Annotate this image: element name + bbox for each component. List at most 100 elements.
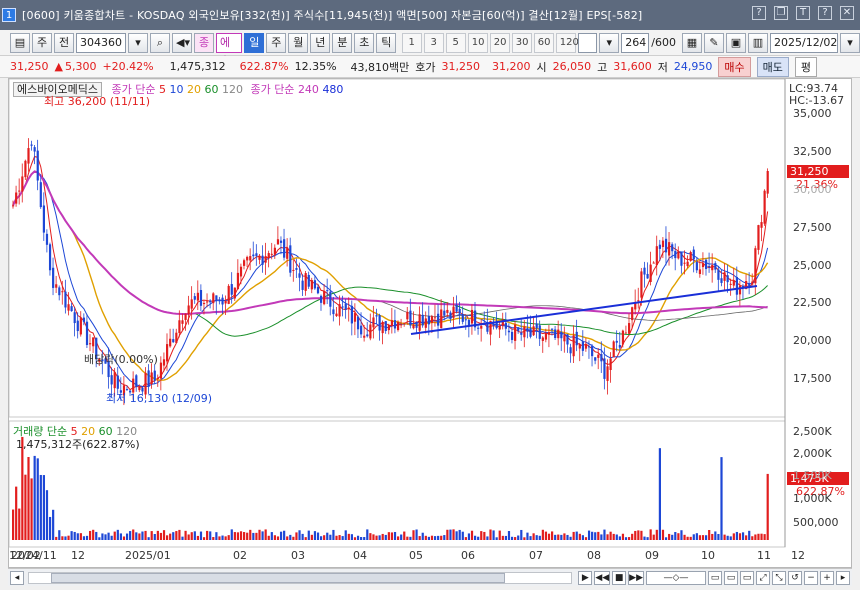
chart-type-week[interactable]: 주	[266, 32, 287, 53]
scroll-left-end-icon[interactable]: ◂	[10, 570, 24, 585]
interval-3[interactable]: 3	[423, 32, 444, 53]
volume-bar	[187, 534, 190, 540]
interval-5[interactable]: 5	[445, 32, 466, 53]
candle-body	[363, 335, 366, 338]
candle-body	[498, 325, 501, 330]
field-button[interactable]: 전	[54, 32, 74, 53]
volume-bar	[560, 534, 563, 540]
chart-type-minute[interactable]: 분	[332, 32, 353, 53]
candle-body	[708, 266, 711, 268]
pin-icon[interactable]: T	[796, 6, 810, 20]
ma60-legend: 60	[204, 83, 219, 96]
chart-type-year[interactable]: 년	[310, 32, 331, 53]
shrink-icon[interactable]: ⤡	[772, 570, 786, 585]
candle-body	[92, 337, 95, 347]
ma20-legend: 20	[186, 83, 201, 96]
plus-icon[interactable]: +	[820, 570, 834, 585]
chart-type-second[interactable]: 초	[354, 32, 375, 53]
date-picker-icon[interactable]: ▾	[840, 32, 860, 53]
forward-icon[interactable]: ▶▶	[628, 570, 644, 585]
fit-icon[interactable]: ▭	[724, 570, 738, 585]
save-icon[interactable]: ▣	[726, 32, 746, 53]
code-input[interactable]: 304360	[76, 32, 126, 53]
scroll-right-end-icon[interactable]: ▸	[836, 570, 850, 585]
calendar-icon[interactable]: ▥	[748, 32, 768, 53]
help-icon[interactable]: ?	[752, 6, 766, 20]
candle-body	[267, 253, 270, 259]
tools-icon[interactable]: ✎	[704, 32, 724, 53]
chart-type-tick[interactable]: 틱	[376, 32, 397, 53]
interval-120[interactable]: 120	[555, 32, 579, 53]
candle-body	[360, 325, 363, 335]
candle-body	[48, 244, 52, 271]
chart-type-month[interactable]: 월	[288, 32, 309, 53]
zoom-out-icon[interactable]: ▭	[708, 570, 722, 585]
volume-bar	[464, 537, 467, 540]
buy-button[interactable]: 매수	[718, 56, 751, 77]
frame-icon[interactable]: ▭	[740, 570, 754, 585]
stock-name-box[interactable]: 에스바이오	[216, 32, 243, 121]
scroll-track[interactable]	[28, 571, 573, 584]
volume-bar	[15, 486, 18, 540]
candle-body	[714, 263, 717, 270]
speed-slider[interactable]: —◇—	[646, 570, 706, 585]
volume-bar	[21, 436, 24, 540]
stop-icon[interactable]: ■	[612, 570, 627, 585]
period-type-select[interactable]: 주	[32, 32, 52, 53]
candle-body	[603, 358, 606, 379]
candle-body	[310, 280, 313, 290]
code-dropdown-icon[interactable]: ▾	[128, 32, 148, 53]
volume-bar	[541, 529, 544, 540]
candle-body	[409, 310, 412, 326]
chart-scrollbar[interactable]: ◂ ▶ ◀◀ ■ ▶▶ —◇— ▭ ▭ ▭ ⤢ ⤡ ↺ − + ▸	[8, 568, 852, 586]
candle-body	[30, 144, 33, 146]
volume-bar	[624, 537, 628, 540]
ma5-legend: 5	[158, 83, 166, 96]
interval-10[interactable]: 10	[467, 32, 488, 53]
scroll-thumb[interactable]	[51, 572, 505, 583]
date-input[interactable]: 2025/12/02	[770, 32, 838, 53]
y-tick-17500: 17,500	[793, 372, 832, 385]
count-input[interactable]: 264	[621, 32, 650, 53]
x-tick-label: 02	[233, 549, 247, 562]
interval-custom-input[interactable]	[577, 32, 598, 53]
volume-bar	[24, 474, 27, 540]
candle-body	[153, 370, 156, 381]
search-icon[interactable]: ⌕	[150, 32, 170, 53]
candle-body	[202, 303, 206, 305]
quote-volume: 1,475,312	[169, 60, 226, 73]
panel-toggle-button[interactable]: ▤	[10, 32, 30, 53]
chart-canvas[interactable]	[9, 79, 851, 567]
restore-icon[interactable]: ❐	[774, 6, 788, 20]
volume-bar	[89, 530, 92, 540]
market-flag[interactable]: 종	[194, 32, 214, 53]
interval-60[interactable]: 60	[533, 32, 554, 53]
volume-bar	[621, 533, 625, 540]
rewind-icon[interactable]: ◀◀	[594, 570, 611, 585]
volume-bar	[661, 529, 665, 540]
chart-type-day[interactable]: 일	[244, 32, 265, 53]
candle-body	[21, 176, 24, 192]
evaluation-button[interactable]: 평	[794, 56, 818, 77]
candle-body	[674, 250, 677, 259]
grid-icon[interactable]: ▦	[682, 32, 702, 53]
chart-area[interactable]: 에스바이오메딕스 종가 단순 5 10 20 60 120 종가 단순 240 …	[8, 78, 852, 568]
volume-bar	[239, 531, 243, 540]
volume-bar	[655, 529, 658, 540]
reset-icon[interactable]: ↺	[788, 570, 802, 585]
sell-button[interactable]: 매도	[756, 56, 789, 77]
interval-dropdown-icon[interactable]: ▾	[599, 32, 620, 53]
sound-icon[interactable]: ◀▾	[172, 32, 192, 53]
volume-bar	[677, 533, 680, 540]
volume-bar	[393, 531, 397, 540]
play-icon[interactable]: ▶	[578, 570, 593, 585]
interval-1[interactable]: 1	[401, 32, 422, 53]
interval-30[interactable]: 30	[511, 32, 532, 53]
interval-20[interactable]: 20	[489, 32, 510, 53]
minus-icon[interactable]: −	[804, 570, 818, 585]
volume-bar	[27, 457, 30, 540]
settings-icon[interactable]: ?	[818, 6, 832, 20]
expand-icon[interactable]: ⤢	[756, 570, 770, 585]
close-icon[interactable]: ✕	[840, 6, 854, 20]
candle-body	[178, 320, 181, 334]
